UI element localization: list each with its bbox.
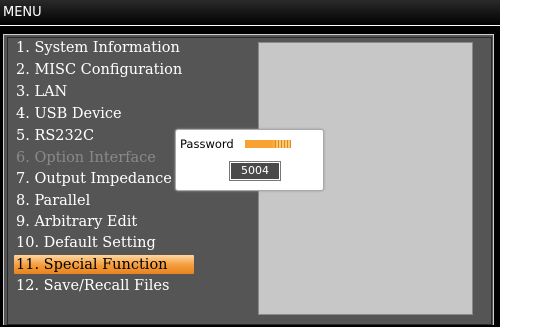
menu-item-save-recall-files[interactable]: 12. Save/Recall Files — [16, 276, 169, 296]
menu-item-misc-configuration[interactable]: 2. MISC Configuration — [16, 60, 182, 80]
menu-item-system-information[interactable]: 1. System Information — [16, 38, 180, 58]
menu-item-parallel[interactable]: 8. Parallel — [16, 191, 90, 211]
menu-item-arbitrary-edit[interactable]: 9. Arbitrary Edit — [16, 212, 137, 232]
menu-item-usb-device[interactable]: 4. USB Device — [16, 104, 122, 124]
menu-item-special-function[interactable]: 11. Special Function — [16, 255, 168, 275]
title-bar: MENU — [0, 0, 500, 26]
menu-item-default-setting[interactable]: 10. Default Setting — [16, 233, 156, 253]
menu-item-output-impedance[interactable]: 7. Output Impedance — [16, 169, 172, 189]
menu-item-rs232c[interactable]: 5. RS232C — [16, 126, 94, 146]
menu-item-lan[interactable]: 3. LAN — [16, 82, 67, 102]
password-dialog: Password 5004 — [175, 129, 324, 191]
menu-title: MENU — [3, 5, 42, 20]
password-field[interactable]: 5004 — [229, 161, 281, 181]
title-divider — [0, 25, 500, 26]
instrument-screen: MENU 1. System Information 2. MISC Confi… — [0, 0, 500, 327]
password-bar-ticks — [275, 140, 291, 148]
menu-item-option-interface: 6. Option Interface — [16, 150, 156, 166]
password-label: Password — [180, 137, 234, 151]
